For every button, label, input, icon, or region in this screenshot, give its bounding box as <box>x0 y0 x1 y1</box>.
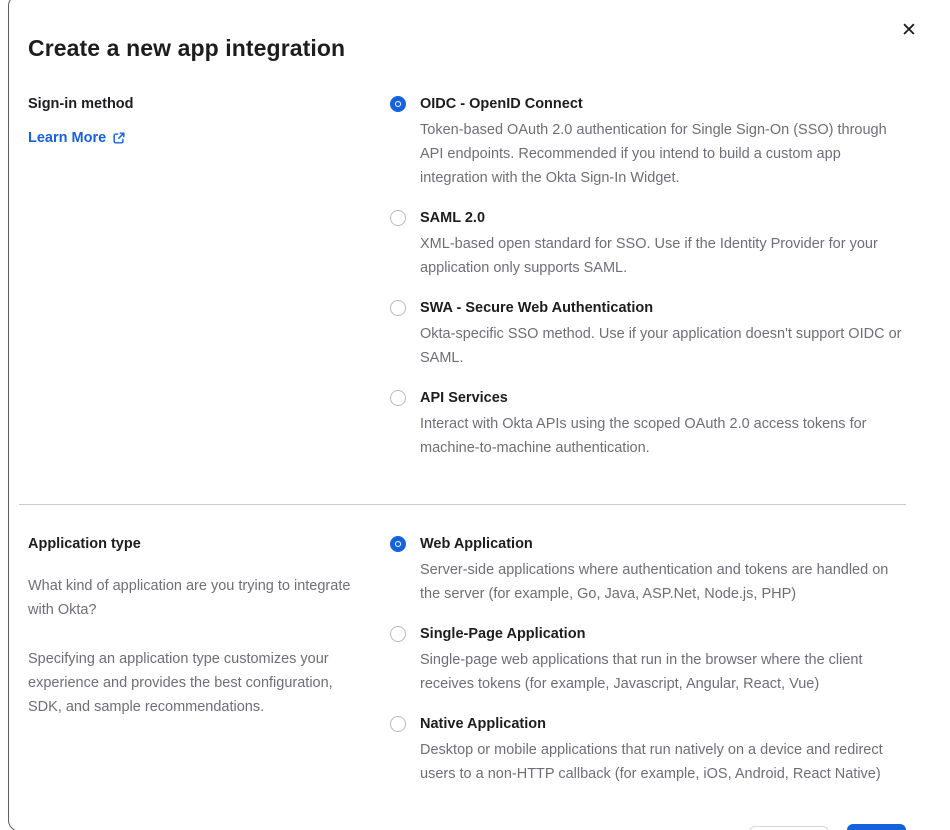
option-api-services-description: Interact with Okta APIs using the scoped… <box>420 416 867 456</box>
option-single-page-application-label: Single-Page Application <box>420 626 586 642</box>
option-oidc-description: Token-based OAuth 2.0 authentication for… <box>420 122 887 186</box>
option-single-page-application-description: Single-page web applications that run in… <box>420 652 863 692</box>
option-oidc-label: OIDC - OpenID Connect <box>420 96 583 112</box>
option-web-application-label: Web Application <box>420 536 533 552</box>
radio-api-services-icon[interactable] <box>390 390 406 406</box>
section-application-type: Application type What kind of applicatio… <box>28 533 906 786</box>
option-saml-label: SAML 2.0 <box>420 210 486 226</box>
option-native-application-label: Native Application <box>420 716 546 732</box>
option-native-application[interactable]: Native Application Desktop or mobile app… <box>390 713 906 786</box>
sign-in-method-left-column: Sign-in method Learn More <box>28 93 390 460</box>
section-divider <box>19 504 906 505</box>
next-button[interactable]: Next <box>846 824 906 830</box>
option-api-services-label: API Services <box>420 390 508 406</box>
external-link-icon <box>112 131 126 145</box>
dialog-content: Create a new app integration Sign-in met… <box>9 0 906 830</box>
radio-oidc-selected-icon[interactable] <box>390 96 406 112</box>
sign-in-method-options: OIDC - OpenID Connect Token-based OAuth … <box>390 93 906 460</box>
radio-single-page-application-icon[interactable] <box>390 626 406 642</box>
option-native-application-description: Desktop or mobile applications that run … <box>420 742 883 782</box>
page-title: Create a new app integration <box>28 35 346 61</box>
radio-saml-icon[interactable] <box>390 210 406 226</box>
radio-web-application-selected-icon[interactable] <box>390 536 406 552</box>
cancel-button[interactable]: Cancel <box>749 826 829 830</box>
option-swa-label: SWA - Secure Web Authentication <box>420 300 654 316</box>
radio-swa-icon[interactable] <box>390 300 406 316</box>
create-app-integration-dialog: ✕ Create a new app integration Sign-in m… <box>8 0 950 830</box>
sign-in-method-label: Sign-in method <box>28 96 134 112</box>
radio-native-application-icon[interactable] <box>390 716 406 732</box>
option-web-application[interactable]: Web Application Server-side applications… <box>390 533 906 606</box>
option-swa[interactable]: SWA - Secure Web Authentication Okta-spe… <box>390 297 906 370</box>
application-type-options: Web Application Server-side applications… <box>390 533 906 786</box>
option-swa-description: Okta-specific SSO method. Use if your ap… <box>420 326 902 366</box>
application-type-question: What kind of application are you trying … <box>28 578 351 618</box>
application-type-explanation: Specifying an application type customize… <box>28 651 333 715</box>
option-saml-description: XML-based open standard for SSO. Use if … <box>420 236 878 276</box>
option-oidc[interactable]: OIDC - OpenID Connect Token-based OAuth … <box>390 93 906 190</box>
option-api-services[interactable]: API Services Interact with Okta APIs usi… <box>390 387 906 460</box>
option-single-page-application[interactable]: Single-Page Application Single-page web … <box>390 623 906 696</box>
learn-more-label: Learn More <box>28 130 107 146</box>
application-type-left-column: Application type What kind of applicatio… <box>28 533 390 786</box>
section-sign-in-method: Sign-in method Learn More OIDC - OpenID … <box>28 93 906 460</box>
application-type-label: Application type <box>28 536 141 552</box>
option-saml[interactable]: SAML 2.0 XML-based open standard for SSO… <box>390 207 906 280</box>
option-web-application-description: Server-side applications where authentic… <box>420 562 889 602</box>
learn-more-link[interactable]: Learn More <box>28 127 126 149</box>
dialog-footer: Cancel Next <box>28 824 906 830</box>
